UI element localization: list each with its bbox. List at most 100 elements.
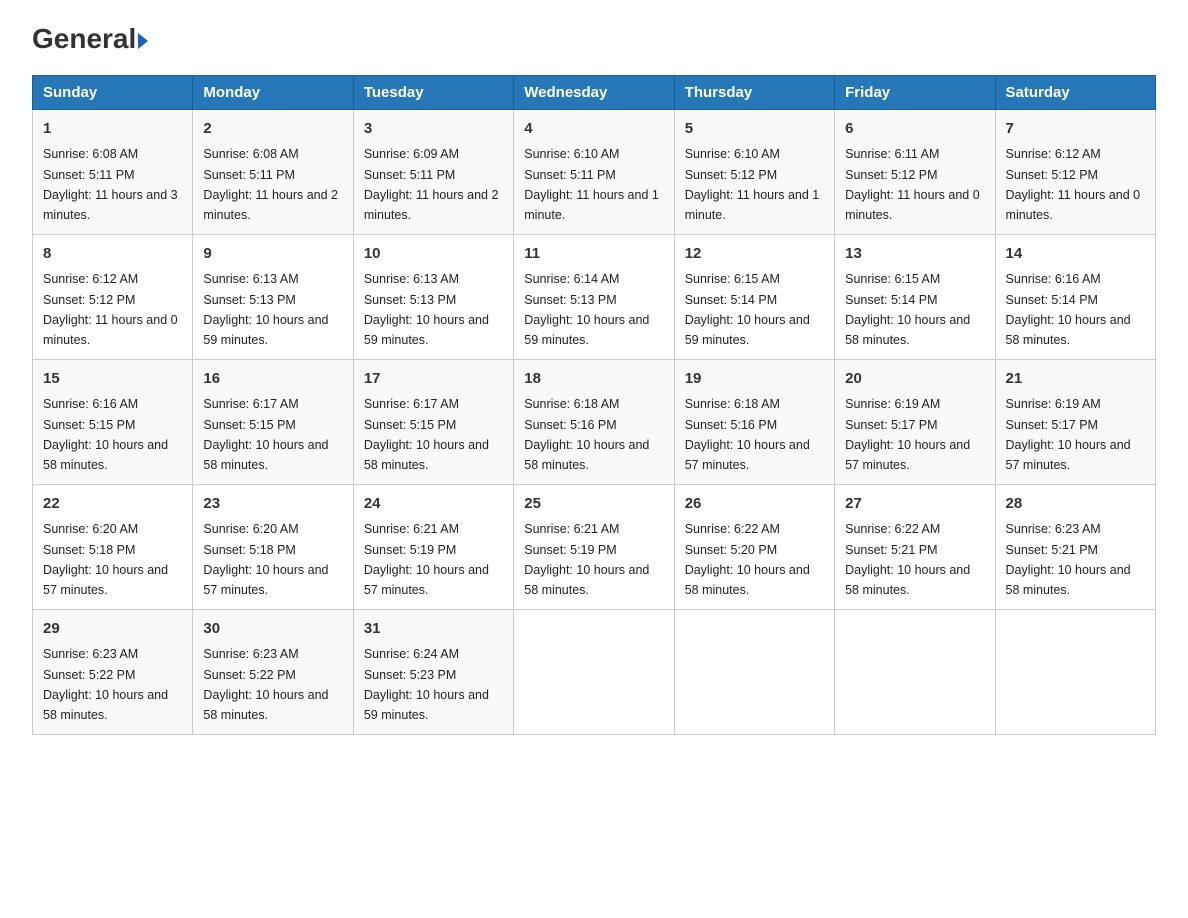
- col-header-wednesday: Wednesday: [514, 75, 674, 109]
- day-info: Sunrise: 6:23 AMSunset: 5:22 PMDaylight:…: [203, 647, 328, 722]
- calendar-cell: 10 Sunrise: 6:13 AMSunset: 5:13 PMDaylig…: [353, 234, 513, 359]
- day-info: Sunrise: 6:18 AMSunset: 5:16 PMDaylight:…: [685, 397, 810, 472]
- logo-text: General: [32, 24, 148, 55]
- day-number: 24: [364, 493, 503, 516]
- day-number: 17: [364, 368, 503, 391]
- logo-general: General: [32, 23, 136, 54]
- day-number: 10: [364, 243, 503, 266]
- day-info: Sunrise: 6:15 AMSunset: 5:14 PMDaylight:…: [685, 272, 810, 347]
- calendar-cell: 5 Sunrise: 6:10 AMSunset: 5:12 PMDayligh…: [674, 109, 834, 234]
- day-number: 1: [43, 118, 182, 141]
- calendar-cell: 18 Sunrise: 6:18 AMSunset: 5:16 PMDaylig…: [514, 359, 674, 484]
- day-info: Sunrise: 6:21 AMSunset: 5:19 PMDaylight:…: [524, 522, 649, 597]
- day-number: 5: [685, 118, 824, 141]
- day-number: 19: [685, 368, 824, 391]
- day-number: 25: [524, 493, 663, 516]
- calendar-cell: 28 Sunrise: 6:23 AMSunset: 5:21 PMDaylig…: [995, 484, 1155, 609]
- day-number: 15: [43, 368, 182, 391]
- day-number: 27: [845, 493, 984, 516]
- day-number: 30: [203, 618, 342, 641]
- day-info: Sunrise: 6:15 AMSunset: 5:14 PMDaylight:…: [845, 272, 970, 347]
- day-number: 4: [524, 118, 663, 141]
- day-number: 16: [203, 368, 342, 391]
- calendar-cell: 17 Sunrise: 6:17 AMSunset: 5:15 PMDaylig…: [353, 359, 513, 484]
- calendar-cell: 29 Sunrise: 6:23 AMSunset: 5:22 PMDaylig…: [33, 609, 193, 734]
- calendar-cell: 20 Sunrise: 6:19 AMSunset: 5:17 PMDaylig…: [835, 359, 995, 484]
- day-number: 28: [1006, 493, 1145, 516]
- day-info: Sunrise: 6:23 AMSunset: 5:21 PMDaylight:…: [1006, 522, 1131, 597]
- day-number: 14: [1006, 243, 1145, 266]
- day-number: 21: [1006, 368, 1145, 391]
- day-number: 3: [364, 118, 503, 141]
- day-number: 12: [685, 243, 824, 266]
- day-info: Sunrise: 6:22 AMSunset: 5:21 PMDaylight:…: [845, 522, 970, 597]
- day-number: 13: [845, 243, 984, 266]
- day-info: Sunrise: 6:17 AMSunset: 5:15 PMDaylight:…: [203, 397, 328, 472]
- calendar-cell: 13 Sunrise: 6:15 AMSunset: 5:14 PMDaylig…: [835, 234, 995, 359]
- day-info: Sunrise: 6:16 AMSunset: 5:15 PMDaylight:…: [43, 397, 168, 472]
- day-number: 11: [524, 243, 663, 266]
- day-info: Sunrise: 6:13 AMSunset: 5:13 PMDaylight:…: [203, 272, 328, 347]
- calendar-week-row: 29 Sunrise: 6:23 AMSunset: 5:22 PMDaylig…: [33, 609, 1156, 734]
- calendar-cell: 4 Sunrise: 6:10 AMSunset: 5:11 PMDayligh…: [514, 109, 674, 234]
- day-info: Sunrise: 6:24 AMSunset: 5:23 PMDaylight:…: [364, 647, 489, 722]
- col-header-sunday: Sunday: [33, 75, 193, 109]
- calendar-cell: 24 Sunrise: 6:21 AMSunset: 5:19 PMDaylig…: [353, 484, 513, 609]
- col-header-monday: Monday: [193, 75, 353, 109]
- day-number: 7: [1006, 118, 1145, 141]
- day-info: Sunrise: 6:12 AMSunset: 5:12 PMDaylight:…: [43, 272, 178, 347]
- calendar-header-row: SundayMondayTuesdayWednesdayThursdayFrid…: [33, 75, 1156, 109]
- day-number: 2: [203, 118, 342, 141]
- day-info: Sunrise: 6:14 AMSunset: 5:13 PMDaylight:…: [524, 272, 649, 347]
- day-info: Sunrise: 6:12 AMSunset: 5:12 PMDaylight:…: [1006, 147, 1141, 222]
- day-number: 18: [524, 368, 663, 391]
- calendar-cell: 12 Sunrise: 6:15 AMSunset: 5:14 PMDaylig…: [674, 234, 834, 359]
- calendar-cell: 21 Sunrise: 6:19 AMSunset: 5:17 PMDaylig…: [995, 359, 1155, 484]
- day-info: Sunrise: 6:09 AMSunset: 5:11 PMDaylight:…: [364, 147, 499, 222]
- day-number: 6: [845, 118, 984, 141]
- day-number: 26: [685, 493, 824, 516]
- calendar-cell: 31 Sunrise: 6:24 AMSunset: 5:23 PMDaylig…: [353, 609, 513, 734]
- calendar-cell: 14 Sunrise: 6:16 AMSunset: 5:14 PMDaylig…: [995, 234, 1155, 359]
- calendar-cell: 8 Sunrise: 6:12 AMSunset: 5:12 PMDayligh…: [33, 234, 193, 359]
- day-number: 31: [364, 618, 503, 641]
- calendar-cell: 3 Sunrise: 6:09 AMSunset: 5:11 PMDayligh…: [353, 109, 513, 234]
- day-info: Sunrise: 6:17 AMSunset: 5:15 PMDaylight:…: [364, 397, 489, 472]
- col-header-saturday: Saturday: [995, 75, 1155, 109]
- calendar-cell: 11 Sunrise: 6:14 AMSunset: 5:13 PMDaylig…: [514, 234, 674, 359]
- calendar-cell: 19 Sunrise: 6:18 AMSunset: 5:16 PMDaylig…: [674, 359, 834, 484]
- calendar-cell: [674, 609, 834, 734]
- col-header-thursday: Thursday: [674, 75, 834, 109]
- day-info: Sunrise: 6:23 AMSunset: 5:22 PMDaylight:…: [43, 647, 168, 722]
- day-info: Sunrise: 6:19 AMSunset: 5:17 PMDaylight:…: [845, 397, 970, 472]
- calendar-cell: 25 Sunrise: 6:21 AMSunset: 5:19 PMDaylig…: [514, 484, 674, 609]
- day-info: Sunrise: 6:11 AMSunset: 5:12 PMDaylight:…: [845, 147, 980, 222]
- calendar-cell: 6 Sunrise: 6:11 AMSunset: 5:12 PMDayligh…: [835, 109, 995, 234]
- calendar-cell: [835, 609, 995, 734]
- logo-arrow-icon: [138, 33, 148, 49]
- day-info: Sunrise: 6:20 AMSunset: 5:18 PMDaylight:…: [43, 522, 168, 597]
- calendar-week-row: 15 Sunrise: 6:16 AMSunset: 5:15 PMDaylig…: [33, 359, 1156, 484]
- day-number: 9: [203, 243, 342, 266]
- calendar-week-row: 22 Sunrise: 6:20 AMSunset: 5:18 PMDaylig…: [33, 484, 1156, 609]
- day-info: Sunrise: 6:13 AMSunset: 5:13 PMDaylight:…: [364, 272, 489, 347]
- day-info: Sunrise: 6:08 AMSunset: 5:11 PMDaylight:…: [43, 147, 178, 222]
- day-number: 23: [203, 493, 342, 516]
- day-info: Sunrise: 6:18 AMSunset: 5:16 PMDaylight:…: [524, 397, 649, 472]
- calendar-cell: 15 Sunrise: 6:16 AMSunset: 5:15 PMDaylig…: [33, 359, 193, 484]
- calendar-cell: 16 Sunrise: 6:17 AMSunset: 5:15 PMDaylig…: [193, 359, 353, 484]
- day-number: 20: [845, 368, 984, 391]
- day-info: Sunrise: 6:21 AMSunset: 5:19 PMDaylight:…: [364, 522, 489, 597]
- calendar-cell: 27 Sunrise: 6:22 AMSunset: 5:21 PMDaylig…: [835, 484, 995, 609]
- calendar-cell: 7 Sunrise: 6:12 AMSunset: 5:12 PMDayligh…: [995, 109, 1155, 234]
- page-header: General: [32, 24, 1156, 55]
- day-number: 8: [43, 243, 182, 266]
- day-info: Sunrise: 6:16 AMSunset: 5:14 PMDaylight:…: [1006, 272, 1131, 347]
- calendar-cell: 22 Sunrise: 6:20 AMSunset: 5:18 PMDaylig…: [33, 484, 193, 609]
- day-info: Sunrise: 6:08 AMSunset: 5:11 PMDaylight:…: [203, 147, 338, 222]
- col-header-friday: Friday: [835, 75, 995, 109]
- day-info: Sunrise: 6:10 AMSunset: 5:11 PMDaylight:…: [524, 147, 659, 222]
- calendar-week-row: 8 Sunrise: 6:12 AMSunset: 5:12 PMDayligh…: [33, 234, 1156, 359]
- calendar-cell: 23 Sunrise: 6:20 AMSunset: 5:18 PMDaylig…: [193, 484, 353, 609]
- day-info: Sunrise: 6:10 AMSunset: 5:12 PMDaylight:…: [685, 147, 820, 222]
